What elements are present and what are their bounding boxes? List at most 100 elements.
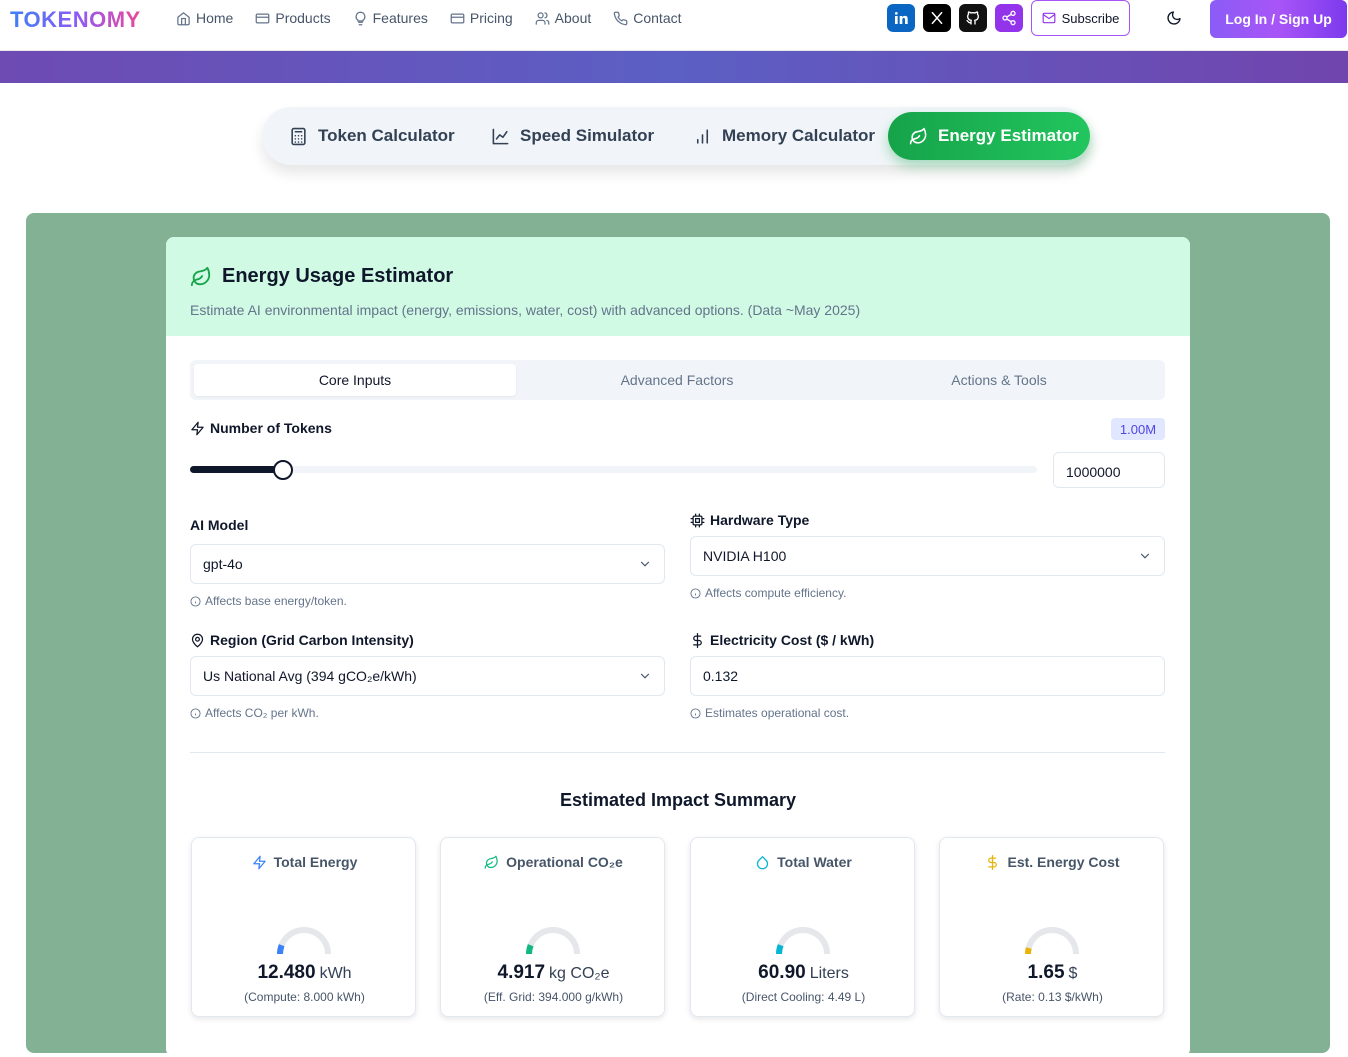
gauge-fill xyxy=(1024,947,1032,955)
nav-pricing-label: Pricing xyxy=(469,10,513,26)
nav-home[interactable]: Home xyxy=(176,9,233,27)
chevron-down-icon xyxy=(640,561,650,567)
info-icon xyxy=(690,587,701,599)
model-select[interactable]: gpt-4o xyxy=(190,544,665,584)
stat-unit: Liters xyxy=(809,965,849,982)
x-icon xyxy=(931,11,943,25)
phone-icon xyxy=(613,11,628,25)
github-button[interactable] xyxy=(959,4,987,32)
energy-gauge xyxy=(277,927,331,955)
tab-speed-simulator[interactable]: Speed Simulator xyxy=(491,112,654,160)
tokens-label: Number of Tokens xyxy=(190,420,332,436)
linkedin-button[interactable] xyxy=(887,4,915,32)
stat-card-cost: Est. Energy Cost 1.65 $ (Rate: 0.13 $/kWh… xyxy=(939,837,1164,1017)
subscribe-button[interactable]: Subscribe xyxy=(1031,0,1130,36)
nav-products-label: Products xyxy=(275,10,331,26)
moon-icon[interactable] xyxy=(1166,10,1182,26)
tab-speed-simulator-label: Speed Simulator xyxy=(520,126,655,145)
region-hint-text: Affects CO₂ per kWh. xyxy=(205,706,319,720)
slider-thumb[interactable] xyxy=(273,460,293,480)
gauge-fill xyxy=(776,944,784,955)
linkedin-icon xyxy=(895,12,908,24)
nav-about-label: About xyxy=(554,10,592,26)
tab-memory-calculator-label: Memory Calculator xyxy=(722,126,876,145)
zap-icon xyxy=(191,421,204,435)
region-select-value: Us National Avg (394 gCO₂e/kWh) xyxy=(203,668,417,684)
stat-number: 60.90 xyxy=(758,962,806,983)
tab-actions-tools[interactable]: Actions & Tools xyxy=(838,364,1160,396)
stat-number: 4.917 xyxy=(497,962,546,983)
stat-head: Total Water xyxy=(691,854,916,870)
tab-core-inputs[interactable]: Core Inputs xyxy=(194,364,516,396)
bar-chart-icon xyxy=(696,128,709,144)
co2-gauge xyxy=(526,927,580,955)
login-signup-button[interactable]: Log In / Sign Up xyxy=(1210,0,1347,38)
electricity-label-text: Electricity Cost ($ / kWh) xyxy=(710,632,875,648)
nav-features[interactable]: Features xyxy=(353,9,428,27)
card-title-text: Energy Usage Estimator xyxy=(222,265,454,287)
model-hint: Affects base energy/token. xyxy=(190,594,347,608)
stat-unit: kWh xyxy=(319,965,352,982)
tokens-label-text: Number of Tokens xyxy=(210,420,332,436)
model-label: AI Model xyxy=(190,517,248,533)
tab-memory-calculator[interactable]: Memory Calculator xyxy=(693,112,875,160)
stat-number: 12.480 xyxy=(257,962,316,983)
slider-fill xyxy=(190,466,283,473)
summary-title: Estimated Impact Summary xyxy=(559,790,797,810)
tab-token-calculator[interactable]: Token Calculator xyxy=(289,112,455,160)
hardware-hint: Affects compute efficiency. xyxy=(690,586,846,600)
energy-estimator-card: Energy Usage Estimator Estimate AI envir… xyxy=(166,237,1190,1057)
droplet-icon xyxy=(757,855,769,869)
hardware-select[interactable]: NVIDIA H100 xyxy=(690,536,1165,576)
tab-token-calculator-label: Token Calculator xyxy=(318,126,455,145)
tab-energy-estimator-label: Energy Estimator xyxy=(938,126,1079,145)
logo[interactable]: TOKENOMY xyxy=(10,7,141,33)
home-icon xyxy=(177,11,190,25)
line-chart-icon xyxy=(492,128,509,144)
stat-title: Total Energy xyxy=(273,854,358,870)
gauge-track xyxy=(1025,927,1079,955)
lightbulb-icon xyxy=(355,11,366,25)
card-title: Energy Usage Estimator xyxy=(190,265,453,288)
region-select[interactable]: Us National Avg (394 gCO₂e/kWh) xyxy=(190,656,665,696)
cpu-icon xyxy=(690,513,705,527)
divider xyxy=(190,752,1165,753)
region-label: Region (Grid Carbon Intensity) xyxy=(190,632,414,648)
tab-advanced-factors[interactable]: Advanced Factors xyxy=(516,364,838,396)
electricity-cost-input[interactable]: 0.132 xyxy=(690,656,1165,696)
gauge-track xyxy=(277,927,331,955)
subscribe-label: Subscribe xyxy=(1061,10,1120,26)
chevron-down-icon xyxy=(640,673,650,679)
users-icon xyxy=(535,11,550,25)
stat-value: 12.480 kWh xyxy=(192,962,417,984)
tool-tabs: Token Calculator Speed Simulator Memory … xyxy=(262,107,1090,165)
stat-value: 1.65 $ xyxy=(940,962,1165,984)
tokens-input[interactable]: 1000000 xyxy=(1053,452,1165,488)
card-subtitle: Estimate AI environmental impact (energy… xyxy=(190,302,861,318)
mail-icon xyxy=(1042,12,1056,24)
model-select-value: gpt-4o xyxy=(203,556,243,572)
tokens-slider[interactable] xyxy=(190,460,1037,480)
x-button[interactable] xyxy=(923,4,951,32)
stat-head: Total Energy xyxy=(192,854,417,870)
stat-value: 4.917 kg CO₂e xyxy=(441,962,666,984)
region-label-text: Region (Grid Carbon Intensity) xyxy=(210,632,414,648)
nav-about[interactable]: About xyxy=(535,9,592,27)
leaf-icon xyxy=(909,127,927,144)
region-hint: Affects CO₂ per kWh. xyxy=(190,706,319,720)
hardware-label-text: Hardware Type xyxy=(710,512,810,528)
share-button[interactable] xyxy=(995,4,1023,32)
gauge-fill xyxy=(526,944,534,955)
card-icon xyxy=(450,13,465,23)
nav-contact-label: Contact xyxy=(633,10,682,26)
github-icon xyxy=(966,11,979,25)
calculator-icon xyxy=(291,127,306,145)
nav-pricing[interactable]: Pricing xyxy=(450,9,513,27)
gauge-track xyxy=(526,927,580,955)
info-icon xyxy=(690,707,701,719)
nav-products[interactable]: Products xyxy=(255,9,331,27)
leaf-icon xyxy=(484,855,498,869)
nav-contact[interactable]: Contact xyxy=(613,9,682,27)
tab-energy-estimator[interactable]: Energy Estimator xyxy=(888,112,1090,160)
input-tabs: Core Inputs Advanced Factors Actions & T… xyxy=(190,360,1165,400)
